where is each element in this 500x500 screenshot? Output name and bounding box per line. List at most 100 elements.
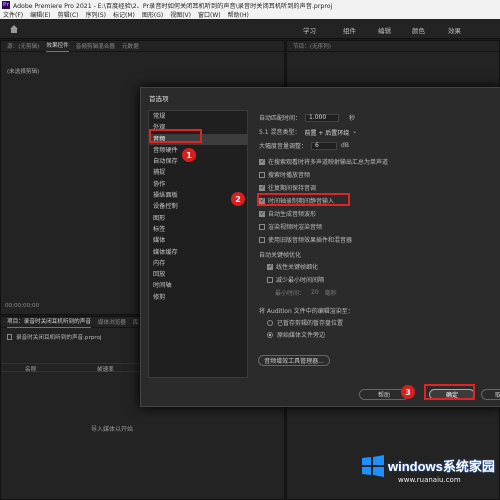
dialog-title: 首选项 [149,95,169,103]
step-badge-3: 3 [401,385,415,399]
automatch-label: 自动匹配时间： [259,115,302,122]
menu-graphics[interactable]: 图形(G) [142,10,163,19]
category-playback[interactable]: 回放 [149,269,247,280]
watermark: windows系统家园 www.ruanaiu.com [358,450,498,498]
downmix-row: 5.1 混音类型： 前置 + 后置环绕 ⌄ [259,127,358,137]
automatch-unit: 秒 [349,115,356,122]
tab-audio-clip-mixer[interactable]: 音频剪辑混合器 [76,42,115,50]
column-frame-rate[interactable]: 帧速率 [97,365,114,373]
category-auto-save[interactable]: 自动保存 [149,156,247,167]
column-name[interactable]: 名称 [25,365,36,373]
tab-metadata[interactable]: 元数据 [122,42,139,50]
workspace-tab-color[interactable]: 颜色 [412,25,425,35]
menu-bar: 文件(F) 编辑(E) 剪辑(C) 序列(S) 标记(M) 图形(G) 视图(V… [0,10,500,19]
downmix-select[interactable]: 前置 + 后置环绕 [304,128,349,137]
checkbox-unchecked[interactable] [259,223,265,230]
tab-media-browser[interactable]: 媒体浏览器 [98,318,126,326]
workspace-tab-learn[interactable]: 学习 [303,25,316,35]
chevron-down-icon: ⌄ [352,128,358,135]
automatch-row: 自动匹配时间： 1.000 秒 [259,113,355,122]
checkbox-checked[interactable] [259,184,265,191]
automatch-input[interactable]: 1.000 [305,113,340,122]
source-panel-tabs: 源：(无剪辑) 效果控件 音频剪辑混合器 元数据 [1,41,284,52]
title-bar: Pr Adobe Premiere Pro 2021 - E:\百度经验\2、P… [0,0,500,10]
watermark-brand: windows系统家园 [388,459,495,474]
step-badge-1: 1 [182,148,196,162]
tab-source[interactable]: 源：(无剪辑) [7,42,39,50]
home-icon[interactable] [9,24,19,34]
audition-label: 将 Audition 文件中的编辑渲染至： [259,308,354,315]
checkbox-checked[interactable] [259,210,265,217]
min-time-unit: 毫秒 [324,290,337,297]
menu-markers[interactable]: 标记(M) [113,10,135,19]
menu-window[interactable]: 窗口(W) [198,10,221,19]
min-time-row: 最小时间： 20 毫秒 [275,288,337,297]
tab-program[interactable]: 节目：(无序列) [293,42,331,50]
workspace-bar: 学习 组件 编辑 颜色 效果 [0,19,500,39]
highlight-mute-input [257,193,350,206]
volume-unit: dB [341,142,349,149]
import-media-hint: 导入媒体以开始 [91,426,134,433]
menu-help[interactable]: 帮助(H) [228,10,249,19]
workspace-tab-assembly[interactable]: 组件 [343,25,356,35]
check-legacy-plugins[interactable]: 使用旧版音频效果插件和混音器 [259,235,352,244]
radio-unselected[interactable] [267,319,273,326]
category-trim[interactable]: 修剪 [149,292,247,303]
category-capture[interactable]: 捕捉 [149,167,247,178]
tab-effect-controls[interactable]: 效果控件 [46,41,69,52]
menu-file[interactable]: 文件(F) [3,10,23,19]
tab-project[interactable]: 项目：录音时关闭耳机听到的声音 [7,317,91,328]
category-memory[interactable]: 内存 [149,258,247,269]
program-panel-tabs: 节目：(无序列) [287,41,499,52]
check-scrub-audio[interactable]: 搜索时播放音频 [259,170,310,179]
check-min-interval[interactable]: 减少最小时间间隔 [267,275,324,284]
category-general[interactable]: 常规 [149,111,247,122]
radio-scratch-disk[interactable]: 已暂存剪辑的暂存盘位置 [267,318,343,327]
category-list: 常规 外观 音频 音频硬件 自动保存 捕捉 协作 操纵面板 设备控制 图形 标签… [148,110,248,378]
watermark-url: www.ruanaiu.com [398,476,461,484]
no-clip-label: (未选择剪辑) [7,69,40,75]
category-graphics[interactable]: 图形 [149,213,247,224]
volume-row: 大幅度音量调整： 6 dB [259,141,349,150]
source-timecode: 00;00;00;00 [5,303,40,309]
category-collaboration[interactable]: 协作 [149,179,247,190]
menu-view[interactable]: 视图(V) [170,10,191,19]
radio-next-to-media[interactable]: 原始媒体文件旁边 [267,330,325,339]
highlight-ok-button [424,384,475,400]
checkbox-unchecked[interactable] [259,171,265,178]
category-media[interactable]: 媒体 [149,235,247,246]
menu-clip[interactable]: 剪辑(C) [58,10,79,19]
workspace-tab-editing[interactable]: 编辑 [378,25,391,35]
project-file-icon [7,334,12,340]
audio-plugin-manager-button[interactable]: 音频增效工具管理器... [258,355,330,366]
check-auto-waveform[interactable]: 自动生成音频波形 [259,209,316,218]
check-mono-mix[interactable]: 在搜索观看时将多声道映射输出汇总为单声道 [259,157,388,166]
checkbox-checked[interactable] [267,263,273,270]
min-time-value[interactable]: 20 [311,289,319,296]
checkbox-unchecked[interactable] [267,276,273,283]
category-audio-hardware[interactable]: 音频硬件 [149,145,247,156]
volume-input[interactable]: 6 [311,141,338,150]
category-labels[interactable]: 标签 [149,224,247,235]
check-linear-keyframe[interactable]: 线性关键帧细化 [267,262,318,271]
premiere-app-icon: Pr [2,1,10,9]
checkbox-checked[interactable] [259,158,265,165]
check-render-audio[interactable]: 渲染视频时渲染音频 [259,222,322,231]
radio-selected[interactable] [267,331,273,338]
keyframe-group-label: 自动关键帧优化 [259,252,302,259]
menu-edit[interactable]: 编辑(E) [30,10,50,19]
highlight-audio-category [149,129,202,143]
category-media-cache[interactable]: 媒体缓存 [149,247,247,258]
tab-libraries[interactable]: 库 [133,318,139,326]
workspace-tab-effects[interactable]: 效果 [448,25,461,35]
checkbox-unchecked[interactable] [259,236,265,243]
project-file-row: 录音时关闭耳机听到的声音.prproj [7,333,101,341]
step-badge-2: 2 [231,192,245,206]
min-time-label: 最小时间： [275,290,306,297]
downmix-label: 5.1 混音类型： [259,129,301,136]
check-maintain-pitch[interactable]: 往复期间保持音调 [259,183,316,192]
windows-logo-icon [362,455,384,477]
cancel-button[interactable]: 取消 [481,389,500,400]
category-timeline[interactable]: 时间轴 [149,280,247,291]
menu-sequence[interactable]: 序列(S) [86,10,107,19]
